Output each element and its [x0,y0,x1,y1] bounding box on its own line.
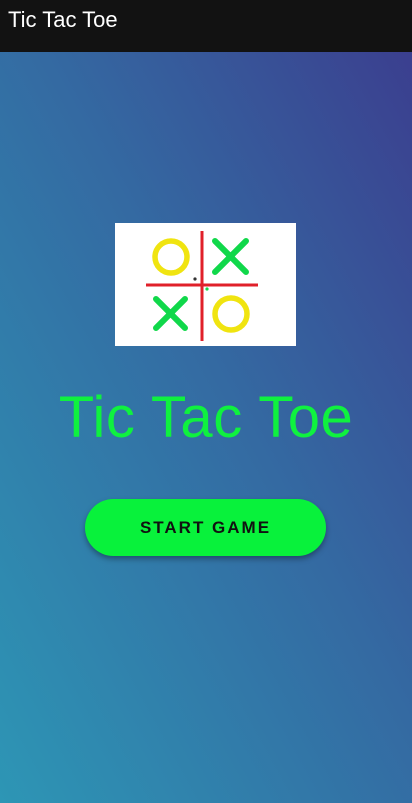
headline-title: Tic Tac Toe [58,385,354,450]
app-bar: Tic Tac Toe [0,0,412,52]
app-title: Tic Tac Toe [8,7,118,32]
main-screen: Tic Tac Toe START GAME [0,52,412,803]
tic-tac-toe-board-icon [146,231,258,341]
start-game-button[interactable]: START GAME [85,499,326,556]
tic-tac-toe-logo [115,223,296,346]
